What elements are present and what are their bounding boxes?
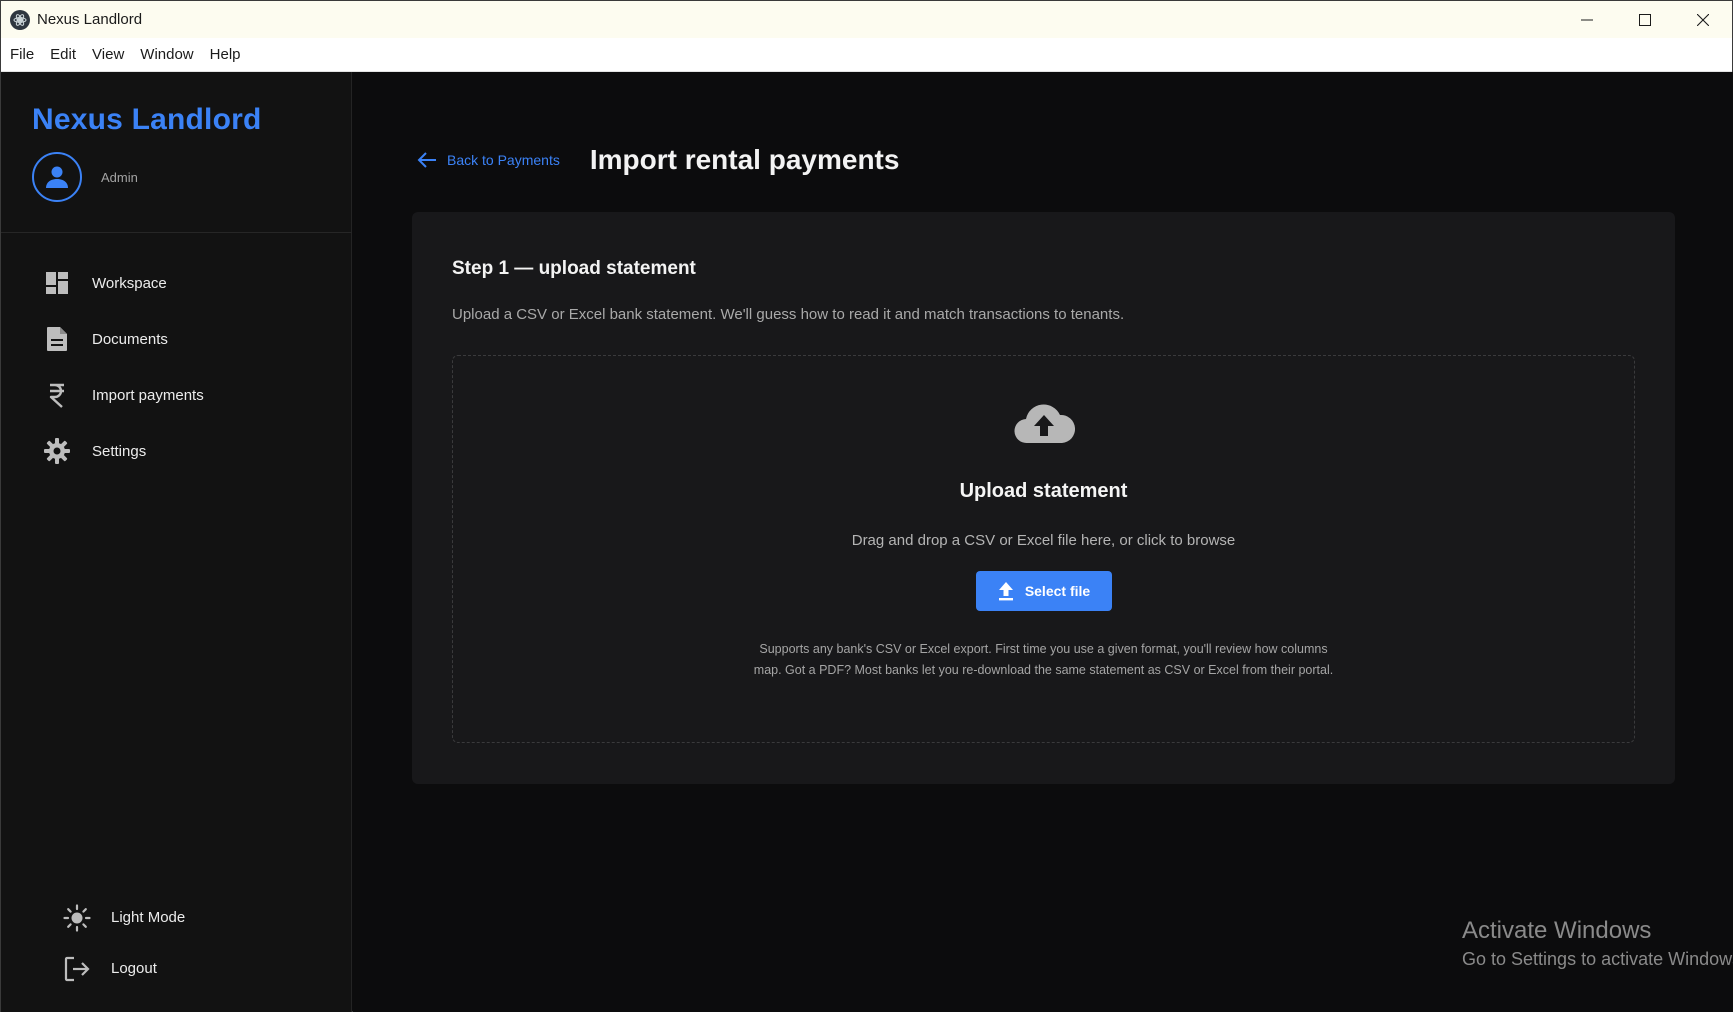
title-bar: Nexus Landlord — [1, 1, 1732, 38]
light-mode-toggle[interactable]: Light Mode — [1, 892, 352, 943]
step-description: Upload a CSV or Excel bank statement. We… — [452, 306, 1125, 323]
sidebar: Nexus Landlord Admin Workspace Documents — [1, 72, 352, 1012]
menu-window[interactable]: Window — [140, 46, 193, 63]
back-link-label: Back to Payments — [447, 152, 560, 168]
watermark-line2: Go to Settings to activate Windows. — [1462, 949, 1733, 969]
select-file-button[interactable]: Select file — [975, 571, 1112, 611]
sidebar-nav: Workspace Documents Import payments Sett… — [1, 255, 352, 479]
sidebar-item-label: Settings — [92, 442, 147, 460]
menu-view[interactable]: View — [92, 46, 124, 63]
maximize-icon — [1639, 13, 1651, 26]
sun-icon — [63, 903, 91, 932]
avatar[interactable] — [32, 152, 82, 202]
select-file-label: Select file — [1024, 583, 1091, 599]
menu-file[interactable]: File — [10, 46, 34, 63]
dropzone-note: Supports any bank's CSV or Excel export.… — [753, 642, 1334, 677]
user-role: Admin — [101, 170, 138, 185]
sidebar-item-import-payments[interactable]: Import payments — [1, 367, 352, 423]
sidebar-item-documents[interactable]: Documents — [1, 311, 352, 367]
sidebar-item-settings[interactable]: Settings — [1, 423, 352, 479]
sidebar-item-workspace[interactable]: Workspace — [1, 255, 352, 311]
user-icon — [46, 166, 68, 188]
cloud-upload-icon — [1013, 401, 1075, 450]
dashboard-icon — [44, 270, 70, 296]
upload-icon — [998, 582, 1013, 601]
back-to-payments-link[interactable]: Back to Payments — [417, 151, 560, 169]
close-icon — [1697, 13, 1709, 26]
sidebar-divider — [1, 232, 352, 233]
file-dropzone[interactable]: Upload statement Drag and drop a CSV or … — [452, 355, 1635, 743]
window-title: Nexus Landlord — [37, 11, 143, 28]
page-header: Back to Payments Import rental payments — [417, 144, 899, 176]
activation-watermark: Activate Windows Go to Settings to activ… — [1462, 917, 1733, 970]
rupee-icon — [44, 382, 70, 408]
page-title: Import rental payments — [589, 144, 900, 175]
menu-bar: File Edit View Window Help — [1, 38, 1732, 72]
arrow-left-icon — [417, 152, 436, 168]
menu-help[interactable]: Help — [210, 46, 241, 63]
document-icon — [44, 326, 70, 352]
main-content: Back to Payments Import rental payments … — [353, 72, 1733, 1012]
sidebar-item-label: Import payments — [92, 386, 204, 404]
app-window: Nexus Landlord File Edit View Window Hel… — [0, 0, 1733, 1012]
light-mode-label: Light Mode — [111, 909, 186, 926]
menu-edit[interactable]: Edit — [50, 46, 76, 63]
app-icon — [10, 9, 30, 30]
minimize-button[interactable] — [1558, 1, 1616, 38]
logout-icon — [63, 955, 91, 983]
minimize-icon — [1581, 19, 1593, 20]
gear-icon — [44, 438, 70, 464]
sidebar-item-label: Workspace — [92, 274, 167, 292]
sidebar-item-label: Documents — [92, 330, 168, 348]
logout-button[interactable]: Logout — [1, 943, 352, 994]
logout-label: Logout — [111, 960, 157, 977]
step-title: Step 1 — upload statement — [452, 258, 696, 279]
dropzone-title: Upload statement — [959, 480, 1128, 502]
dropzone-subtitle: Drag and drop a CSV or Excel file here, … — [851, 532, 1236, 549]
upload-card: Step 1 — upload statement Upload a CSV o… — [412, 212, 1675, 784]
maximize-button[interactable] — [1616, 1, 1674, 38]
sidebar-bottom: Light Mode Logout — [1, 892, 352, 994]
close-button[interactable] — [1674, 1, 1732, 38]
brand-logo: Nexus Landlord — [32, 103, 262, 136]
watermark-line1: Activate Windows — [1462, 917, 1652, 944]
